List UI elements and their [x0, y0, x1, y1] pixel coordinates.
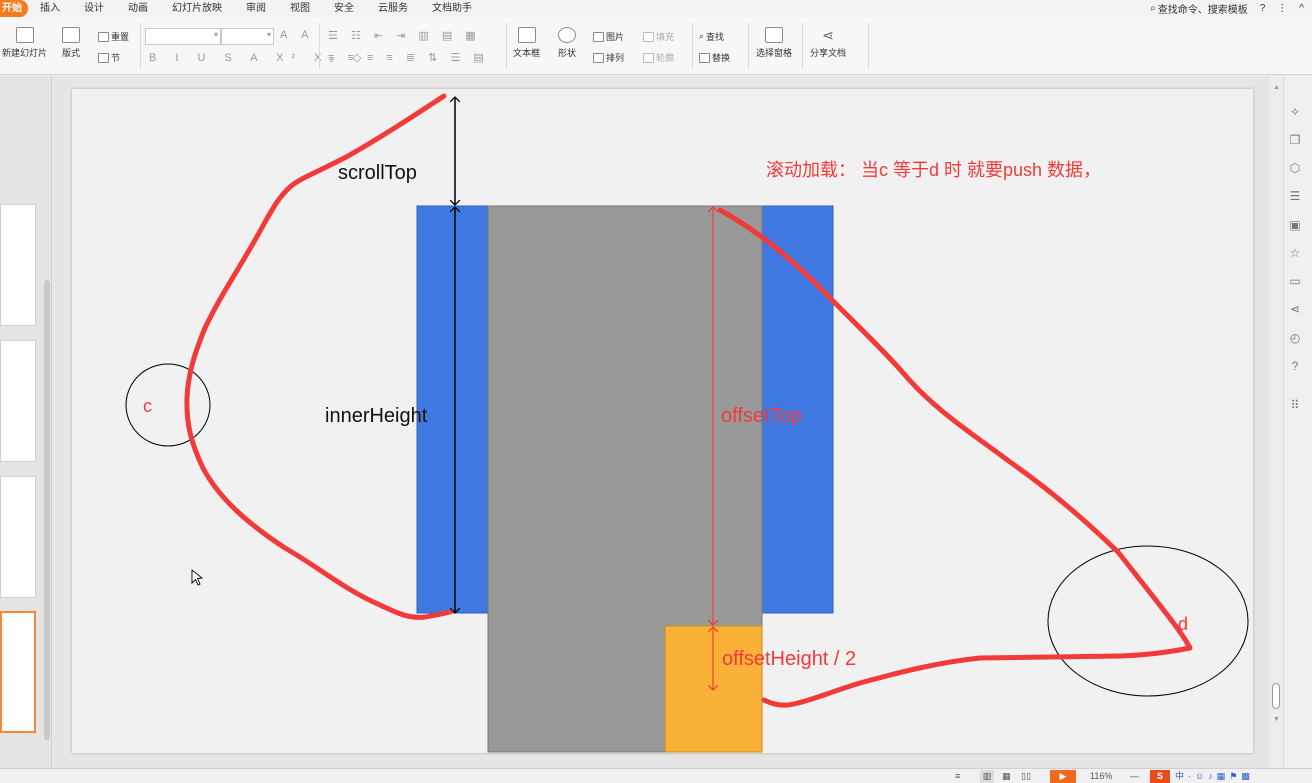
label-c: c	[143, 396, 152, 416]
help-circle-icon[interactable]: ?	[1288, 359, 1302, 373]
label-d: d	[1178, 614, 1189, 634]
ime-toolbar-icons[interactable]: 中·☺♪▦⚑▩	[1175, 770, 1254, 783]
sorter-view-icon[interactable]: ▦	[1002, 770, 1011, 783]
zoom-level[interactable]: 116%	[1090, 770, 1112, 783]
zoom-out-button[interactable]: —	[1130, 770, 1139, 783]
history-icon[interactable]: ◴	[1288, 331, 1302, 345]
scroll-down-icon[interactable]: ▼	[1273, 716, 1280, 723]
share-icon[interactable]: ⋖	[1288, 302, 1302, 316]
canvas-vertical-scrollbar[interactable]: ▲ ▼	[1270, 76, 1283, 768]
circle-d	[1047, 545, 1249, 697]
label-offsetheight: offsetHeight / 2	[722, 648, 857, 670]
properties-icon[interactable]: ☰	[1288, 189, 1302, 203]
slide-drawing	[125, 93, 1249, 753]
star-icon[interactable]: ☆	[1288, 246, 1302, 260]
label-innerheight: innerHeight	[325, 405, 428, 427]
notes-icon[interactable]: ≡	[955, 770, 960, 783]
play-slideshow-button[interactable]: ▶	[1050, 770, 1076, 783]
label-scrolltop: scrollTop	[338, 162, 417, 184]
status-bar: ≡ ▥ ▦ ▯▯ ▶ 116% — S 中·☺♪▦⚑▩	[0, 768, 1312, 783]
right-tool-strip	[1283, 76, 1312, 768]
archive-icon[interactable]: ▭	[1288, 274, 1302, 288]
copy-style-icon[interactable]: ❐	[1288, 133, 1302, 147]
circle-c	[125, 363, 211, 447]
shape-effects-icon[interactable]: ⬡	[1288, 161, 1302, 175]
gallery-icon[interactable]: ▣	[1288, 218, 1302, 232]
ime-logo-icon: S	[1150, 770, 1170, 783]
mouse-cursor-icon	[191, 569, 204, 586]
normal-view-icon[interactable]: ▥	[980, 770, 994, 783]
reading-view-icon[interactable]: ▯▯	[1021, 770, 1031, 783]
scroll-up-icon[interactable]: ▲	[1273, 84, 1280, 91]
label-offsettop: offsetTop	[721, 405, 802, 427]
slide-title: 滚动加载： 当c 等于d 时 就要push 数据，	[766, 160, 1102, 180]
apps-icon[interactable]: ⠿	[1288, 398, 1302, 412]
scroll-thumb[interactable]	[1272, 683, 1280, 709]
pin-icon[interactable]: ✧	[1288, 105, 1302, 119]
